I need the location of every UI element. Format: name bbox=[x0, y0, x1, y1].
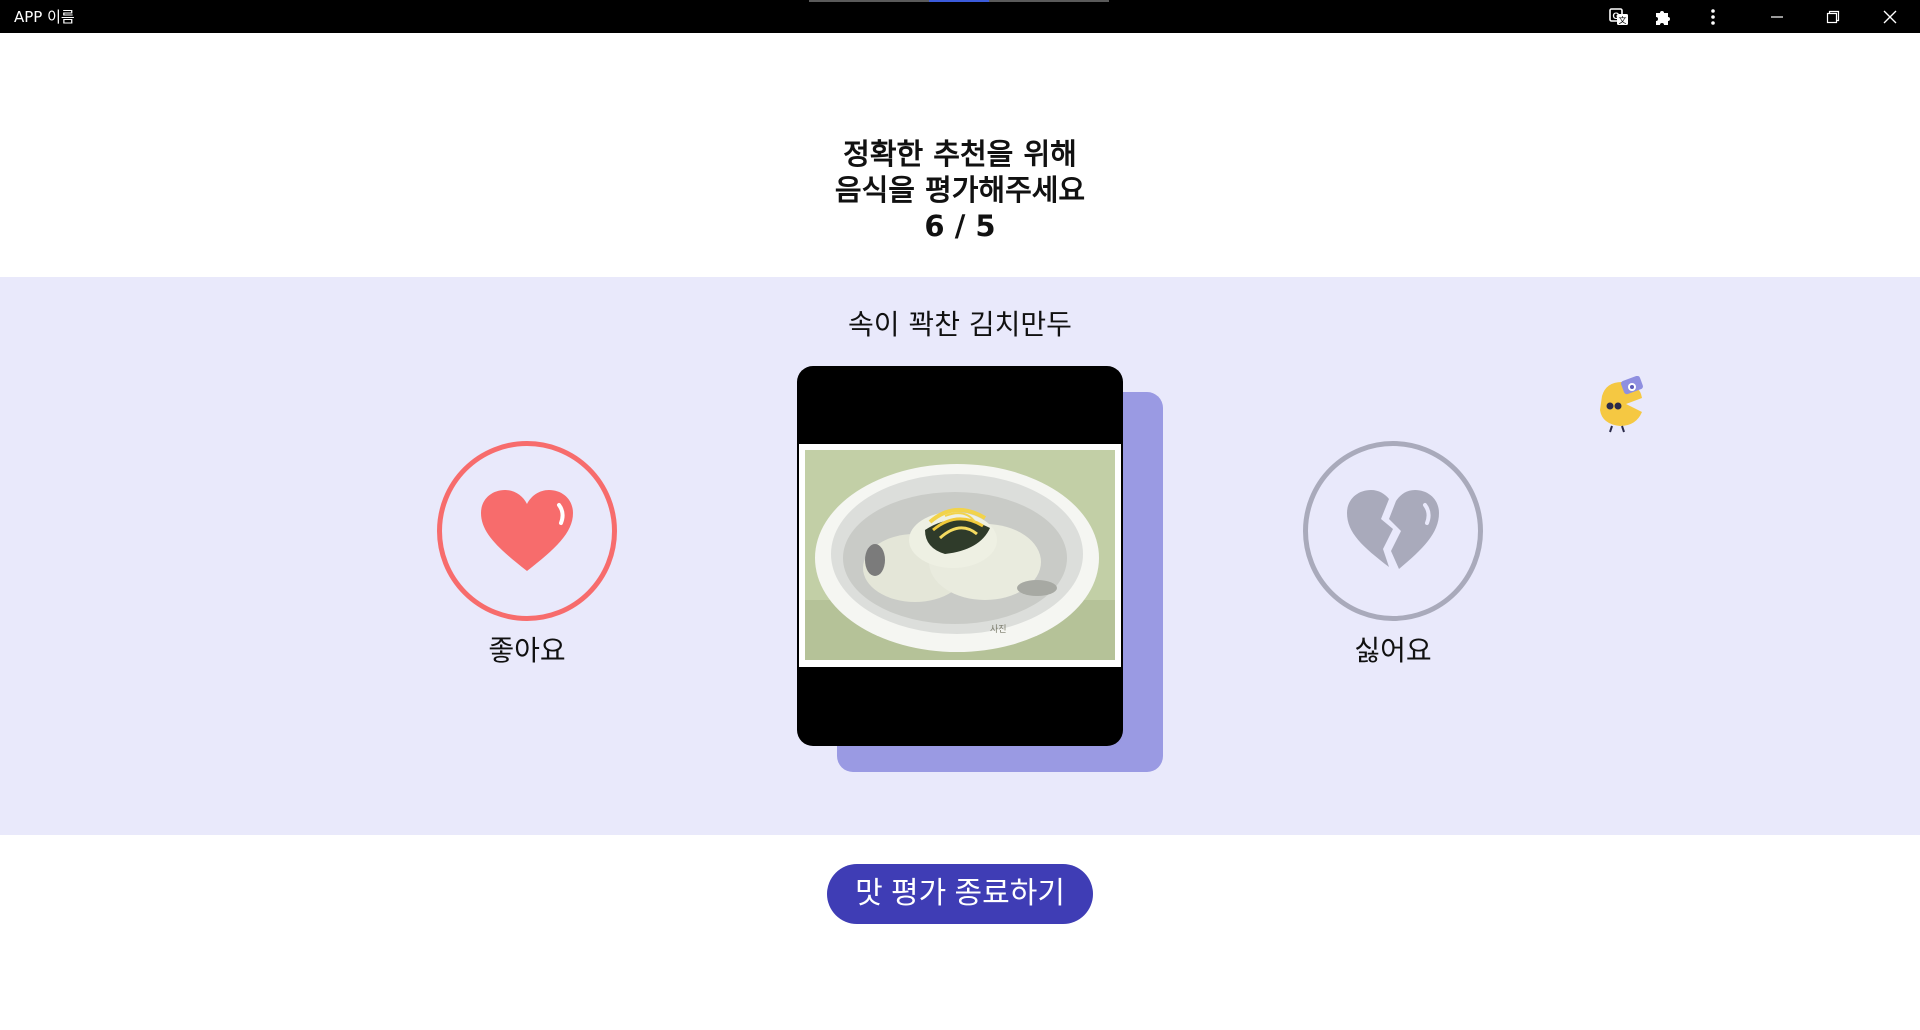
like-button[interactable] bbox=[437, 441, 617, 621]
finish-rating-button[interactable]: 맛 평가 종료하기 bbox=[827, 864, 1093, 924]
page-heading: 정확한 추천을 위해 음식을 평가해주세요 6 / 5 bbox=[0, 136, 1920, 244]
puzzle-icon[interactable] bbox=[1650, 4, 1676, 30]
app-title: APP 이름 bbox=[14, 8, 75, 26]
minimize-icon[interactable] bbox=[1749, 0, 1805, 33]
food-name: 속이 꽉찬 김치만두 bbox=[848, 308, 1072, 341]
translate-icon[interactable]: G 文 bbox=[1606, 4, 1632, 30]
loading-strip bbox=[809, 0, 1109, 2]
food-photo-frame: 사진 bbox=[799, 444, 1121, 667]
rating-counter: 6 / 5 bbox=[924, 209, 996, 243]
dislike-label: 싫어요 bbox=[1354, 634, 1432, 667]
heading-line-2: 음식을 평가해주세요 bbox=[834, 173, 1086, 207]
close-icon[interactable] bbox=[1862, 0, 1918, 33]
dumpling-soup-photo: 사진 bbox=[805, 450, 1115, 660]
food-card[interactable]: 사진 bbox=[797, 366, 1123, 746]
like-label: 좋아요 bbox=[488, 634, 566, 667]
svg-text:文: 文 bbox=[1619, 15, 1627, 25]
heading-line-1: 정확한 추천을 위해 bbox=[843, 137, 1077, 171]
heart-icon bbox=[481, 490, 573, 571]
svg-text:사진: 사진 bbox=[990, 624, 1007, 635]
kebab-menu-icon[interactable] bbox=[1700, 4, 1726, 30]
restore-icon[interactable] bbox=[1805, 0, 1861, 33]
title-bar: APP 이름 G 文 bbox=[0, 0, 1920, 33]
dislike-button[interactable] bbox=[1303, 441, 1483, 621]
mascot-character-icon bbox=[1600, 376, 1643, 433]
broken-heart-icon bbox=[1347, 490, 1439, 569]
